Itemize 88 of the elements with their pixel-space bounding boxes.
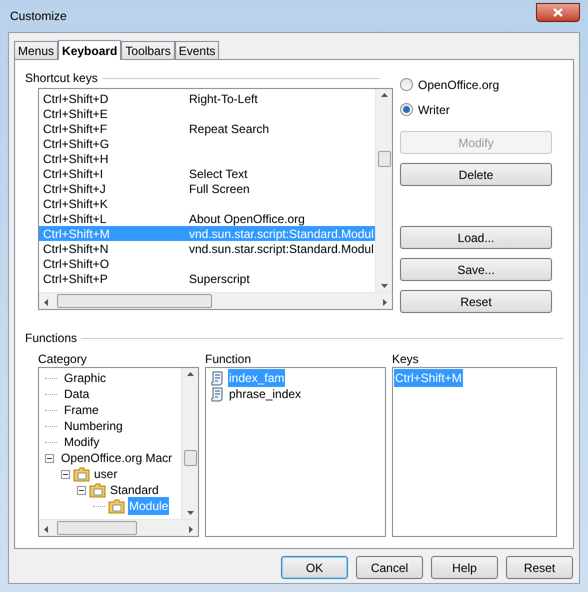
close-button[interactable] xyxy=(536,2,580,22)
tab[interactable]: Events xyxy=(174,41,220,59)
command-name: About OpenOffice.org xyxy=(189,210,305,228)
close-icon xyxy=(553,8,563,16)
radio-option[interactable]: OpenOffice.org xyxy=(400,72,552,97)
window-title: Customize xyxy=(9,8,67,25)
dialog-button[interactable]: OK xyxy=(281,556,348,579)
action-button[interactable]: Delete xyxy=(400,163,552,186)
scroll-thumb[interactable] xyxy=(57,294,212,308)
tab[interactable]: Keyboard xyxy=(58,40,122,60)
shortcut-row[interactable]: Ctrl+Shift+L About OpenOffice.org xyxy=(39,211,375,226)
list-label: Function xyxy=(205,351,252,367)
action-button[interactable]: Save... xyxy=(400,258,552,281)
collapse-icon[interactable] xyxy=(45,454,54,462)
group-title: Shortcut keys xyxy=(25,70,98,87)
collapse-icon[interactable] xyxy=(61,470,70,478)
shortcut-key: Ctrl+Shift+O xyxy=(39,254,189,272)
shortcut-key: Ctrl+Shift+F xyxy=(39,120,189,138)
action-button[interactable]: Load... xyxy=(400,226,552,249)
shortcut-key: Ctrl+Shift+H xyxy=(39,150,189,168)
scroll-thumb[interactable] xyxy=(184,450,197,466)
vertical-scrollbar[interactable] xyxy=(375,89,392,292)
scroll-left-icon[interactable] xyxy=(44,526,48,533)
shortcut-row[interactable]: Ctrl+Shift+N vnd.sun.star.script:Standard.Modul xyxy=(39,241,375,256)
shortcut-row[interactable]: Ctrl+Shift+O xyxy=(39,256,375,271)
script-icon xyxy=(210,370,224,386)
script-icon xyxy=(210,386,224,402)
radio-option[interactable]: Writer xyxy=(400,97,552,122)
command-name: Select Text xyxy=(189,166,248,182)
tab[interactable]: Menus xyxy=(14,41,58,59)
horizontal-scrollbar[interactable] xyxy=(39,292,392,309)
shortcut-row[interactable]: Ctrl+Shift+J Full Screen xyxy=(39,181,375,196)
shortcut-row[interactable]: Ctrl+Shift+I Select Text xyxy=(39,166,375,181)
scroll-down-icon[interactable] xyxy=(381,284,388,288)
scroll-thumb[interactable] xyxy=(378,151,391,167)
shortcut-row[interactable]: Ctrl+Shift+K xyxy=(39,196,375,211)
shortcut-key: Ctrl+Shift+E xyxy=(39,104,189,122)
tree-item[interactable]: Numbering xyxy=(63,417,124,435)
tree-item[interactable]: user xyxy=(93,465,118,483)
tree-item[interactable]: Standard xyxy=(109,481,160,499)
shortcut-row[interactable]: Ctrl+Shift+D Right-To-Left xyxy=(39,91,375,106)
group-title: Functions xyxy=(25,330,78,347)
list-label: Category xyxy=(38,351,88,367)
scroll-right-icon[interactable] xyxy=(383,299,387,306)
tree-item[interactable]: OpenOffice.org Macr xyxy=(60,449,174,467)
collapse-icon[interactable] xyxy=(77,486,86,494)
command-name: vnd.sun.star.script:Standard.Modul xyxy=(189,240,374,258)
shortcut-key: Ctrl+Shift+I xyxy=(39,164,189,182)
shortcut-key: Ctrl+Shift+K xyxy=(39,194,189,212)
horizontal-scrollbar[interactable] xyxy=(39,519,198,536)
dialog-button[interactable]: Cancel xyxy=(356,556,423,579)
command-name: Full Screen xyxy=(189,180,250,198)
shortcut-key: Ctrl+Shift+P xyxy=(39,270,189,288)
scroll-right-icon[interactable] xyxy=(189,526,193,533)
command-name: Repeat Search xyxy=(189,120,270,138)
vertical-scrollbar[interactable] xyxy=(181,368,198,519)
shortcut-row[interactable]: Ctrl+Shift+P Superscript xyxy=(39,271,375,286)
shortcut-key: Ctrl+Shift+J xyxy=(39,180,189,198)
shortcut-row[interactable]: Ctrl+Shift+F Repeat Search xyxy=(39,121,375,136)
shortcut-key: Ctrl+Shift+L xyxy=(39,210,189,228)
tree-item[interactable]: Frame xyxy=(63,401,100,419)
shortcut-key: Ctrl+Shift+D xyxy=(39,90,189,108)
shortcut-row[interactable]: Ctrl+Shift+G xyxy=(39,136,375,151)
scroll-thumb[interactable] xyxy=(57,521,137,535)
shortcut-key: Ctrl+Shift+G xyxy=(39,134,189,152)
dialog-button[interactable]: Help xyxy=(431,556,498,579)
shortcut-key: Ctrl+Shift+M xyxy=(39,224,189,242)
scroll-down-icon[interactable] xyxy=(187,511,194,515)
folder-icon xyxy=(89,482,106,498)
command-name: Right-To-Left xyxy=(189,90,258,108)
command-name: vnd.sun.star.script:Standard.Modul xyxy=(189,226,374,242)
action-button[interactable]: Reset xyxy=(400,290,552,313)
tree-item[interactable]: Graphic xyxy=(63,369,108,387)
scroll-up-icon[interactable] xyxy=(381,93,388,97)
dialog-button[interactable]: Reset xyxy=(506,556,573,579)
function-item[interactable]: phrase_index xyxy=(228,385,302,403)
scroll-left-icon[interactable] xyxy=(44,299,48,306)
shortcut-key: Ctrl+Shift+N xyxy=(39,240,189,258)
shortcut-row[interactable]: Ctrl+Shift+H xyxy=(39,151,375,166)
scroll-up-icon[interactable] xyxy=(187,372,194,376)
command-name: Superscript xyxy=(189,270,250,288)
tab[interactable]: Toolbars xyxy=(121,41,175,59)
tree-item[interactable]: Modify xyxy=(63,433,100,451)
folder-icon xyxy=(73,466,90,482)
list-label: Keys xyxy=(392,351,420,367)
shortcut-row[interactable]: Ctrl+Shift+E xyxy=(39,106,375,121)
folder-icon xyxy=(108,498,125,514)
tree-item[interactable]: Data xyxy=(63,385,90,403)
